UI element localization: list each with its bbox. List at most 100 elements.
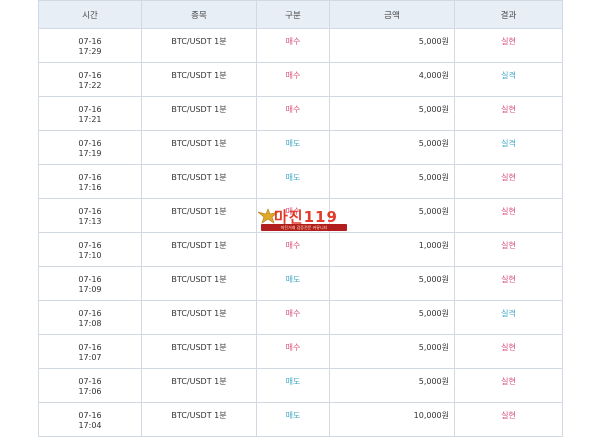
trade-amount: 5,000원 — [418, 343, 449, 352]
trade-result: 실현 — [501, 37, 516, 46]
table-row: 07-16 17:07 BTC/USDT 1분 매수 5,000원 실현 — [38, 334, 563, 369]
trade-symbol: BTC/USDT 1분 — [171, 37, 227, 46]
cell-side: 매수 — [256, 334, 330, 369]
trade-time: 17:22 — [78, 81, 102, 90]
trade-result: 실현 — [501, 275, 516, 284]
trade-date: 07-16 — [78, 139, 102, 148]
cell-symbol: BTC/USDT 1분 — [141, 130, 257, 165]
cell-amount: 5,000원 — [329, 368, 455, 403]
cell-symbol: BTC/USDT 1분 — [141, 28, 257, 63]
table-row: 07-16 17:09 BTC/USDT 1분 매도 5,000원 실현 — [38, 266, 563, 301]
cell-amount: 5,000원 — [329, 334, 455, 369]
trade-side: 매도 — [285, 173, 301, 182]
trade-symbol: BTC/USDT 1분 — [171, 309, 227, 318]
trade-date: 07-16 — [78, 343, 102, 352]
trade-date: 07-16 — [78, 377, 102, 386]
header-time: 시간 — [38, 0, 142, 29]
cell-result: 실현 — [454, 368, 563, 403]
trade-symbol: BTC/USDT 1분 — [171, 411, 227, 420]
trade-date: 07-16 — [78, 275, 102, 284]
trade-time: 17:13 — [78, 217, 102, 226]
trade-amount: 5,000원 — [418, 105, 449, 114]
cell-time: 07-16 17:07 — [38, 334, 142, 369]
header-row: 시간 종목 구분 금액 결과 — [38, 0, 563, 29]
cell-amount: 5,000원 — [329, 300, 455, 335]
cell-symbol: BTC/USDT 1분 — [141, 300, 257, 335]
cell-time: 07-16 17:13 — [38, 198, 142, 233]
cell-symbol: BTC/USDT 1분 — [141, 368, 257, 403]
cell-time: 07-16 17:06 — [38, 368, 142, 403]
trade-time: 17:21 — [78, 115, 102, 124]
trade-date: 07-16 — [78, 309, 102, 318]
cell-result: 실격 — [454, 62, 563, 97]
trade-amount: 1,000원 — [418, 241, 449, 250]
trade-side: 매도 — [285, 377, 301, 386]
trade-side: 매수 — [285, 309, 301, 318]
cell-result: 실격 — [454, 130, 563, 165]
cell-time: 07-16 17:16 — [38, 164, 142, 199]
cell-side: 매도 — [256, 402, 330, 437]
trade-time: 17:19 — [78, 149, 102, 158]
table-row: 07-16 17:10 BTC/USDT 1분 매수 1,000원 실현 — [38, 232, 563, 267]
cell-amount: 4,000원 — [329, 62, 455, 97]
header-result: 결과 — [454, 0, 563, 29]
trade-amount: 5,000원 — [418, 207, 449, 216]
trade-time: 17:09 — [78, 285, 102, 294]
trade-time: 17:08 — [78, 319, 102, 328]
cell-symbol: BTC/USDT 1분 — [141, 402, 257, 437]
header-symbol: 종목 — [141, 0, 257, 29]
trade-result: 실현 — [501, 173, 516, 182]
cell-side: 매도 — [256, 164, 330, 199]
table-row: 07-16 17:06 BTC/USDT 1분 매도 5,000원 실현 — [38, 368, 563, 403]
cell-time: 07-16 17:29 — [38, 28, 142, 63]
trade-time: 17:16 — [78, 183, 102, 192]
trade-symbol: BTC/USDT 1분 — [171, 207, 227, 216]
trade-symbol: BTC/USDT 1분 — [171, 241, 227, 250]
cell-time: 07-16 17:04 — [38, 402, 142, 437]
cell-side: 매도 — [256, 266, 330, 301]
cell-result: 실현 — [454, 402, 563, 437]
cell-side: 매수 — [256, 232, 330, 267]
trade-symbol: BTC/USDT 1분 — [171, 105, 227, 114]
table-header: 시간 종목 구분 금액 결과 — [38, 0, 563, 29]
trade-side: 매수 — [285, 37, 301, 46]
cell-time: 07-16 17:21 — [38, 96, 142, 131]
trade-result: 실현 — [501, 207, 516, 216]
trade-side: 매도 — [285, 139, 301, 148]
cell-side: 매도 — [256, 130, 330, 165]
cell-symbol: BTC/USDT 1분 — [141, 198, 257, 233]
cell-symbol: BTC/USDT 1분 — [141, 266, 257, 301]
trade-amount: 5,000원 — [418, 37, 449, 46]
trade-date: 07-16 — [78, 241, 102, 250]
table-row: 07-16 17:04 BTC/USDT 1분 매도 10,000원 실현 — [38, 402, 563, 437]
cell-amount: 5,000원 — [329, 28, 455, 63]
trade-amount: 5,000원 — [418, 139, 449, 148]
trade-history-page: 시간 종목 구분 금액 결과 07-16 17:29 BTC/USDT 1분 매수 5,… — [0, 0, 600, 438]
trade-amount: 5,000원 — [418, 275, 449, 284]
trade-time: 17:04 — [78, 421, 102, 430]
trade-amount: 10,000원 — [413, 411, 449, 420]
cell-amount: 5,000원 — [329, 96, 455, 131]
cell-symbol: BTC/USDT 1분 — [141, 334, 257, 369]
cell-side: 매수 — [256, 28, 330, 63]
cell-amount: 1,000원 — [329, 232, 455, 267]
cell-result: 실현 — [454, 28, 563, 63]
trade-symbol: BTC/USDT 1분 — [171, 71, 227, 80]
cell-result: 실현 — [454, 266, 563, 301]
watermark-tagline: 마진거래 검증전문 커뮤니티 — [261, 224, 347, 231]
trade-result: 실격 — [501, 71, 516, 80]
cell-result: 실격 — [454, 300, 563, 335]
trade-date: 07-16 — [78, 173, 102, 182]
trade-symbol: BTC/USDT 1분 — [171, 343, 227, 352]
header-amount: 금액 — [329, 0, 455, 29]
trade-amount: 5,000원 — [418, 173, 449, 182]
trade-result: 실현 — [501, 105, 516, 114]
cell-time: 07-16 17:22 — [38, 62, 142, 97]
trade-time: 17:07 — [78, 353, 102, 362]
cell-time: 07-16 17:09 — [38, 266, 142, 301]
trade-date: 07-16 — [78, 37, 102, 46]
cell-time: 07-16 17:19 — [38, 130, 142, 165]
cell-result: 실현 — [454, 198, 563, 233]
trade-result: 실격 — [501, 139, 516, 148]
trade-side: 매도 — [285, 275, 301, 284]
